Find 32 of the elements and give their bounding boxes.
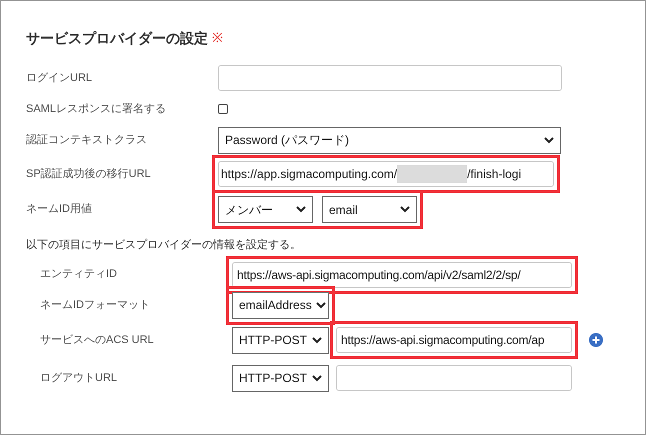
- field-label: ログアウトURL: [40, 370, 118, 386]
- chevron-down-icon: [400, 206, 410, 213]
- chevron-down-icon: [316, 302, 326, 308]
- text-field[interactable]: https://aws-api.sigmacomputing.com/api/v2/saml2/2/sp/: [232, 262, 572, 288]
- field-label: 認証コンテキストクラス: [26, 132, 148, 148]
- chevron-down-icon: [312, 336, 322, 344]
- field-label: ネームID用値: [26, 202, 93, 218]
- chevron-down-icon: [312, 374, 322, 382]
- dropdown[interactable]: email: [322, 196, 417, 223]
- chevron-down-icon: [296, 206, 306, 213]
- dropdown[interactable]: emailAddress: [232, 292, 329, 318]
- text-field[interactable]: [336, 365, 572, 391]
- dropdown[interactable]: メンバー: [218, 196, 313, 223]
- field-label: SAMLレスポンスに署名する: [26, 102, 167, 117]
- field-label: エンティティID: [40, 267, 118, 282]
- chevron-down-icon: [544, 136, 554, 144]
- field-label: SP認証成功後の移行URL: [26, 166, 152, 182]
- info-text: 以下の項目にサービスプロバイダーの情報を設定する。: [26, 238, 301, 253]
- checkbox[interactable]: [218, 104, 228, 114]
- dropdown[interactable]: HTTP-POST: [232, 364, 329, 392]
- field-label: ログインURL: [26, 70, 94, 86]
- field-label: ネームIDフォーマット: [40, 298, 151, 313]
- dropdown[interactable]: HTTP-POST: [232, 326, 329, 354]
- field-label: サービスへのACS URL: [40, 332, 155, 348]
- required-mark: ※: [212, 29, 223, 48]
- dropdown[interactable]: Password (パスワード): [218, 126, 561, 154]
- text-field[interactable]: https://app.sigmacomputing.com/ /finish-logi: [218, 161, 554, 187]
- redaction-block: [397, 165, 468, 183]
- text-field[interactable]: https://aws-api.sigmacomputing.com/ap: [336, 327, 572, 353]
- text-field[interactable]: [218, 65, 562, 91]
- section-title: サービスプロバイダーの設定: [26, 28, 208, 48]
- add-icon[interactable]: [589, 333, 603, 347]
